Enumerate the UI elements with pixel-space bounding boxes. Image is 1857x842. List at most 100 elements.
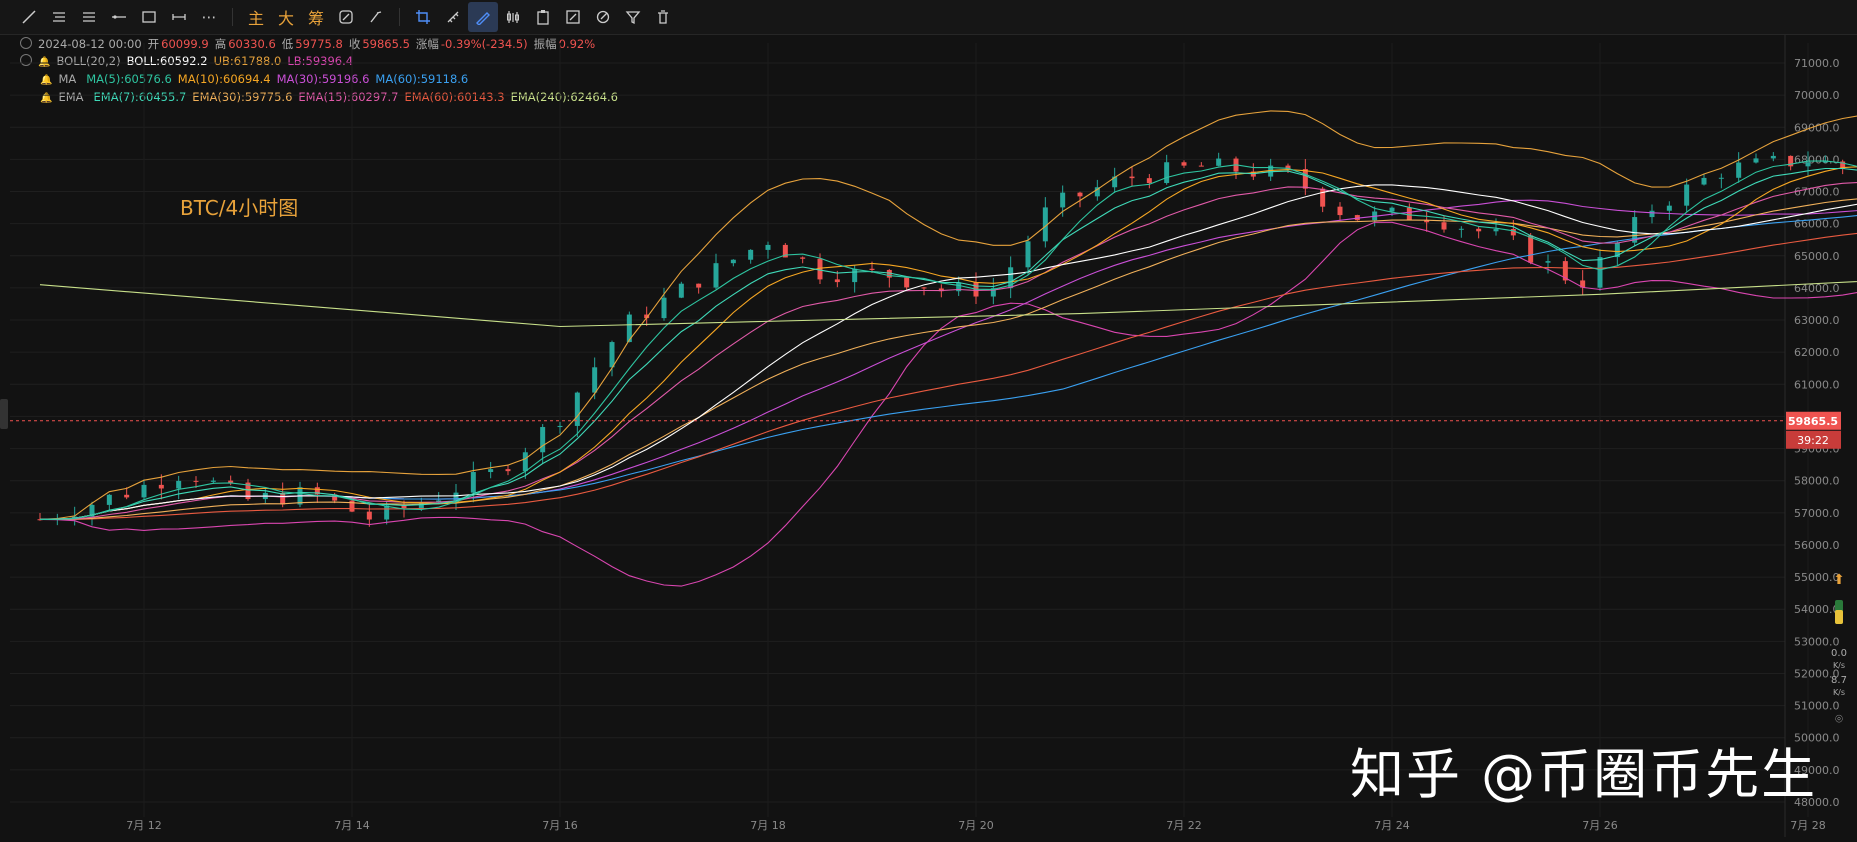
download-speed: 0.0: [1831, 648, 1847, 659]
candle-body: [557, 425, 563, 428]
left-panel-handle[interactable]: [0, 399, 8, 429]
boll-upper-line: [39, 110, 1857, 520]
boll-mid-line: [39, 184, 1857, 520]
candle-body: [193, 480, 199, 482]
horizontal-ray-icon[interactable]: [104, 2, 134, 32]
candle-body: [1441, 222, 1447, 230]
brush-icon[interactable]: [361, 2, 391, 32]
candle-body: [176, 480, 182, 489]
y-tick-label: 69000.0: [1794, 121, 1840, 134]
candle-body: [1597, 257, 1603, 288]
candle-body: [1493, 229, 1499, 232]
watermark: 知乎 @币圈币先生: [1350, 743, 1818, 806]
chips-button[interactable]: 筹: [301, 2, 331, 32]
candle-body: [1805, 162, 1811, 167]
x-tick-label: 7月 28: [1790, 819, 1826, 832]
candle-body: [800, 257, 806, 259]
ruler-icon[interactable]: [438, 2, 468, 32]
large-chart-button[interactable]: 大: [271, 2, 301, 32]
measure-icon[interactable]: [164, 2, 194, 32]
candle-body: [661, 297, 667, 319]
alert-icon[interactable]: ⬆: [1826, 572, 1852, 588]
upload-speed: 8.7: [1831, 675, 1847, 686]
candle-body: [1060, 192, 1066, 208]
candle-body: [1146, 178, 1152, 184]
candle-body: [1736, 162, 1742, 178]
x-tick-label: 7月 22: [1166, 819, 1202, 832]
rectangle-icon[interactable]: [134, 2, 164, 32]
candlestick-chart[interactable]: 71000.070000.069000.068000.067000.066000…: [0, 35, 1857, 842]
candle-body: [366, 511, 372, 520]
magic-icon[interactable]: [588, 2, 618, 32]
y-tick-label: 51000.0: [1794, 700, 1840, 713]
upload-unit: K/s: [1832, 688, 1846, 697]
parallel-lines-icon[interactable]: [74, 2, 104, 32]
candle-body: [1649, 210, 1655, 218]
horizontal-lines-icon[interactable]: [44, 2, 74, 32]
y-tick-label: 71000.0: [1794, 57, 1840, 70]
y-tick-label: 58000.0: [1794, 475, 1840, 488]
candle-body: [141, 484, 147, 498]
candle-body: [280, 492, 286, 505]
candle-body: [124, 494, 130, 498]
chart-title: BTC/4小时图: [180, 196, 298, 220]
signal-bar-icon: [1826, 598, 1852, 629]
candle-body: [1164, 162, 1170, 184]
candle-body: [210, 480, 216, 482]
candle-body: [1718, 177, 1724, 179]
candle-body: [921, 287, 927, 289]
settings-icon[interactable]: [331, 2, 361, 32]
candle-body: [1216, 158, 1222, 166]
more-icon[interactable]: ⋯: [194, 2, 224, 32]
candles-icon[interactable]: [498, 2, 528, 32]
candle-body: [713, 263, 719, 288]
candle-body: [748, 249, 754, 260]
candle-body: [1666, 205, 1672, 211]
candle-body: [869, 268, 875, 270]
download-unit: K/s: [1832, 661, 1846, 670]
camera-icon[interactable]: ⌾: [1826, 712, 1852, 727]
candle-body: [1077, 192, 1083, 197]
drawing-toolbar: ⋯ 主 大 筹: [0, 0, 1857, 35]
candle-body: [678, 283, 684, 298]
candle-body: [505, 469, 511, 472]
filter-icon[interactable]: [618, 2, 648, 32]
x-tick-label: 7月 16: [542, 819, 578, 832]
crop-icon[interactable]: [408, 2, 438, 32]
boll-lower-line: [39, 221, 1857, 587]
candle-body: [470, 472, 476, 493]
candle-body: [765, 244, 771, 250]
countdown-label: 39:22: [1797, 434, 1829, 447]
candle-body: [1129, 176, 1135, 179]
y-tick-label: 57000.0: [1794, 507, 1840, 520]
x-tick-label: 7月 24: [1374, 819, 1410, 832]
candle-body: [1320, 188, 1326, 207]
clipboard-icon[interactable]: [528, 2, 558, 32]
ma10-line: [39, 166, 1857, 520]
y-tick-label: 70000.0: [1794, 89, 1840, 102]
candle-body: [1684, 184, 1690, 206]
candle-body: [1337, 206, 1343, 216]
candle-body: [106, 494, 112, 505]
y-tick-label: 56000.0: [1794, 539, 1840, 552]
candle-body: [730, 259, 736, 264]
pen-icon[interactable]: [468, 2, 498, 32]
ema240-line: [39, 281, 1857, 328]
candle-body: [1753, 158, 1759, 163]
candle-body: [1545, 261, 1551, 263]
candle-body: [1458, 228, 1464, 230]
candle-body: [852, 268, 858, 283]
y-tick-label: 62000.0: [1794, 346, 1840, 359]
y-tick-label: 68000.0: [1794, 153, 1840, 166]
trend-line-icon[interactable]: [14, 2, 44, 32]
main-chart-button[interactable]: 主: [241, 2, 271, 32]
x-tick-label: 7月 14: [334, 819, 370, 832]
x-tick-label: 7月 26: [1582, 819, 1618, 832]
candle-body: [158, 484, 164, 489]
candle-body: [1701, 177, 1707, 185]
trash-icon[interactable]: [648, 2, 678, 32]
candle-body: [592, 367, 598, 393]
edit-icon[interactable]: [558, 2, 588, 32]
candle-body: [1181, 162, 1187, 166]
candle-body: [1406, 207, 1412, 220]
